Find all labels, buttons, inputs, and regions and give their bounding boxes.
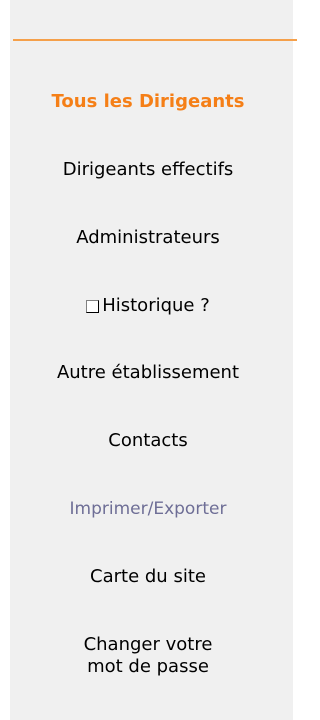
nav-contacts[interactable]: Contacts: [0, 430, 296, 452]
history-toggle[interactable]: Historique ?: [0, 295, 296, 316]
nav-all-directors[interactable]: Tous les Dirigeants: [0, 91, 296, 113]
top-divider: [13, 39, 297, 41]
history-label: Historique ?: [102, 295, 210, 316]
nav-other-establishment[interactable]: Autre établissement: [0, 362, 296, 384]
change-password-line1: Changer votre: [83, 634, 213, 655]
nav-effective-directors[interactable]: Dirigeants effectifs: [0, 159, 296, 181]
nav-change-password[interactable]: Changer votre mot de passe: [0, 634, 296, 678]
nav-administrators[interactable]: Administrateurs: [0, 227, 296, 249]
change-password-line2: mot de passe: [87, 656, 209, 677]
nav-site-map[interactable]: Carte du site: [0, 566, 296, 588]
nav-print-export[interactable]: Imprimer/Exporter: [0, 498, 296, 520]
history-checkbox[interactable]: [86, 299, 100, 313]
